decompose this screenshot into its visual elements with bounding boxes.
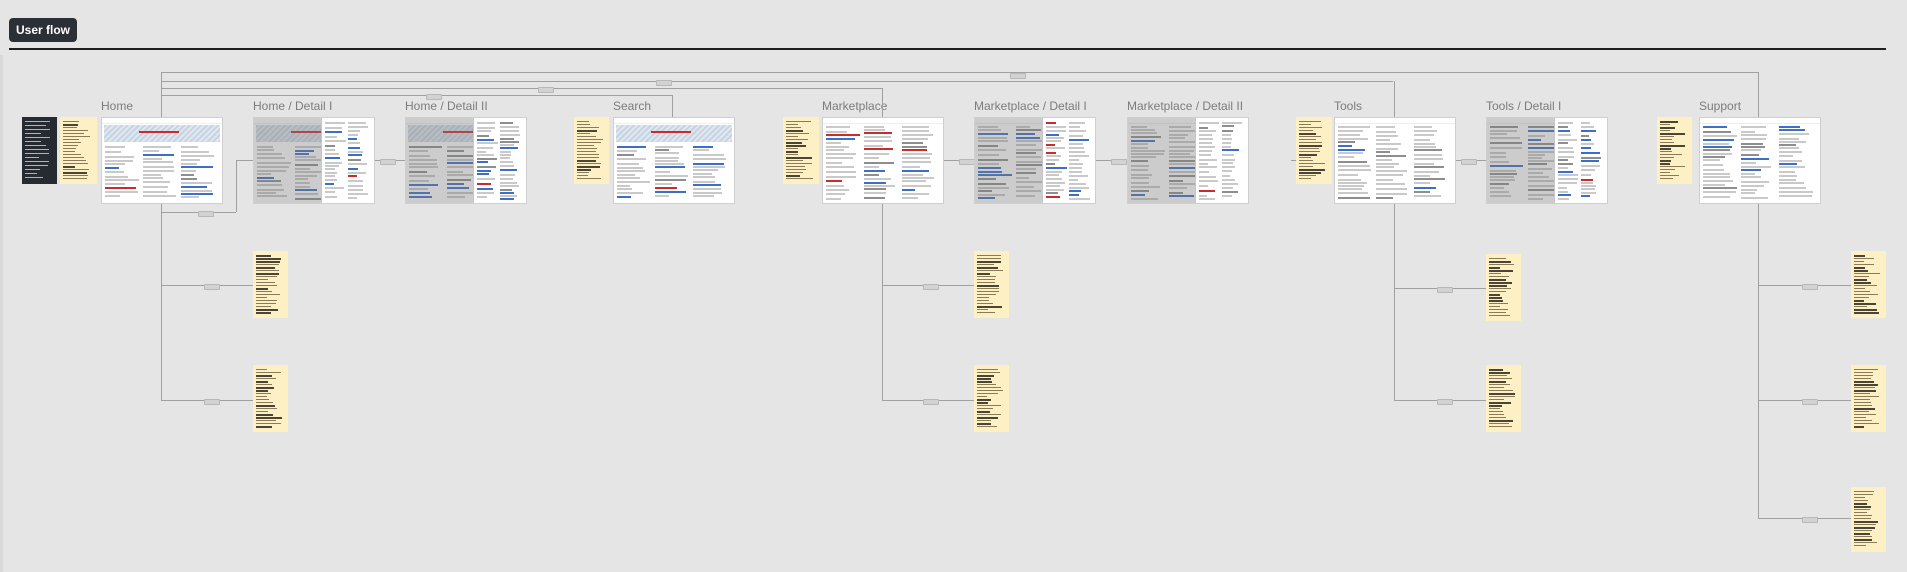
frame-label-home-detail-1: Home / Detail I: [253, 99, 333, 113]
flow-connector: [1394, 202, 1395, 400]
connector-label: [923, 284, 939, 290]
sticky-note: [60, 117, 97, 184]
flow-connector: [1394, 81, 1395, 122]
screen-home-detail-1[interactable]: [253, 117, 375, 204]
frame-label-tools: Tools: [1334, 99, 1363, 113]
frame-label-search: Search: [613, 99, 652, 113]
flow-connector: [161, 88, 883, 89]
frame-label-home-detail-2: Home / Detail II: [405, 99, 488, 113]
connector-label: [1802, 517, 1818, 523]
connector-label: [204, 399, 220, 405]
sticky-note: [253, 251, 288, 318]
screen-tools[interactable]: [1334, 117, 1456, 204]
sticky-note: [574, 117, 609, 184]
connector-label: [1437, 287, 1453, 293]
flow-connector: [1758, 202, 1759, 518]
screen-home[interactable]: [101, 117, 223, 204]
connector-label: [1802, 284, 1818, 290]
frame-label-tools-detail-1: Tools / Detail I: [1486, 99, 1562, 113]
sticky-note: [1296, 117, 1332, 184]
sticky-note: [783, 117, 819, 184]
screen-marketplace-detail-1[interactable]: [974, 117, 1096, 204]
screen-tools-detail-1[interactable]: [1486, 117, 1608, 204]
sticky-note: [1486, 365, 1521, 432]
user-flow-title: User flow: [9, 18, 78, 42]
flow-connector: [161, 202, 162, 400]
sticky-note: [1851, 251, 1886, 318]
flow-connector: [161, 81, 1393, 82]
flow-connector: [882, 202, 883, 400]
canvas-edge: [0, 55, 3, 572]
screen-marketplace[interactable]: [822, 117, 944, 204]
flow-connector: [236, 160, 237, 212]
sticky-note: [974, 365, 1009, 432]
sticky-note: [1851, 487, 1886, 552]
connector-label: [923, 399, 939, 405]
frame-label-marketplace-detail-1: Marketplace / Detail I: [974, 99, 1087, 113]
flow-connector: [161, 95, 672, 96]
connector-label: [1010, 73, 1026, 79]
frame-label-home: Home: [101, 99, 134, 113]
screen-search[interactable]: [613, 117, 735, 204]
frame-label-support: Support: [1699, 99, 1742, 113]
flow-connector: [1758, 72, 1759, 122]
sticky-note: [1851, 365, 1886, 432]
connector-label: [198, 211, 214, 217]
screen-marketplace-detail-2[interactable]: [1127, 117, 1249, 204]
connector-label: [204, 284, 220, 290]
screen-home-detail-2[interactable]: [405, 117, 527, 204]
frame-label-marketplace-detail-2: Marketplace / Detail II: [1127, 99, 1244, 113]
sticky-note: [974, 251, 1009, 318]
intro-card: [22, 117, 57, 184]
connector-label: [380, 159, 396, 165]
sticky-note: [1657, 117, 1692, 184]
connector-label: [1461, 159, 1477, 165]
frame-label-marketplace: Marketplace: [822, 99, 888, 113]
connector-label: [426, 94, 442, 100]
connector-label: [1437, 399, 1453, 405]
sticky-note: [1486, 254, 1521, 321]
screen-support[interactable]: [1699, 117, 1821, 204]
flow-connector: [161, 72, 162, 122]
title-divider: [9, 48, 1886, 50]
connector-label: [1111, 159, 1127, 165]
sticky-note: [253, 365, 288, 432]
connector-label: [1802, 399, 1818, 405]
flow-connector: [236, 160, 253, 161]
connector-label: [656, 80, 672, 86]
flow-connector: [161, 72, 1758, 73]
connector-label: [538, 87, 554, 93]
connector-label: [959, 159, 975, 165]
